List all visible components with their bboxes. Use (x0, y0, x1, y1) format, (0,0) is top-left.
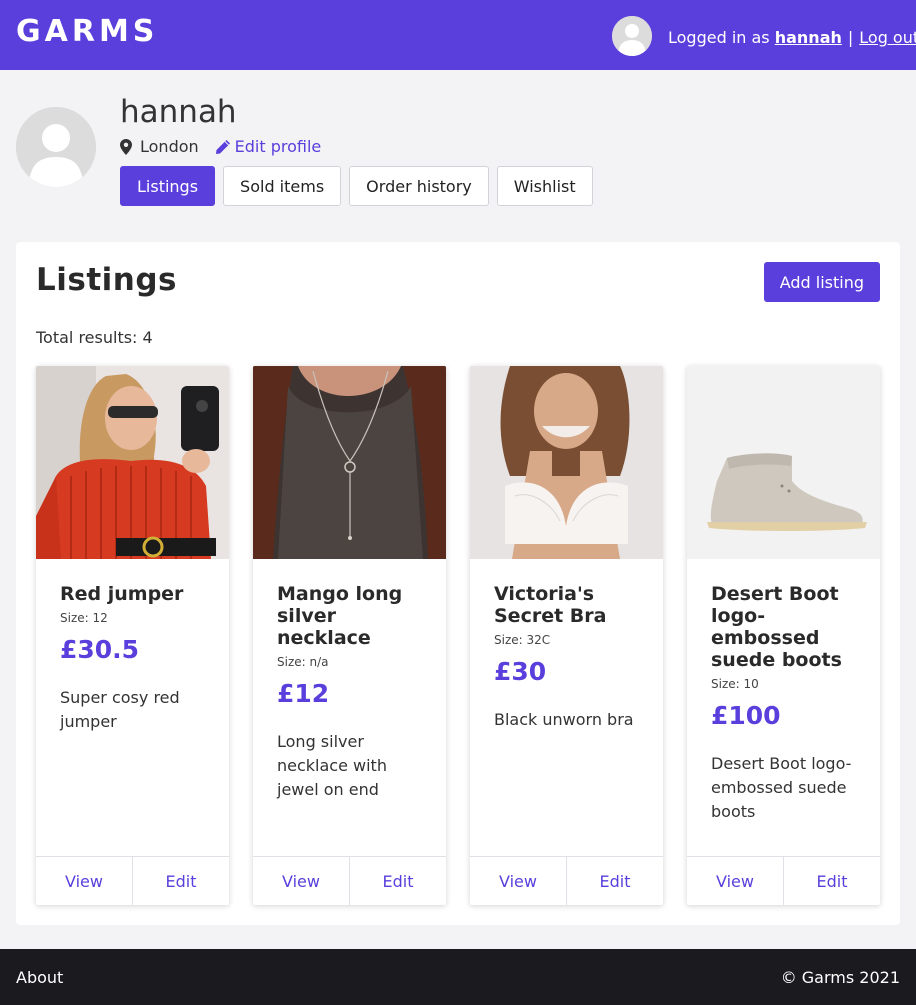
listing-description: Long silver necklace with jewel on end (277, 732, 387, 799)
edit-listing-button[interactable]: Edit (349, 857, 446, 905)
page-footer: About © Garms 2021 (0, 949, 916, 1005)
add-listing-button[interactable]: Add listing (763, 262, 880, 302)
listing-card: Desert Boot logo-embossed suede boots Si… (687, 366, 880, 905)
edit-profile-label: Edit profile (234, 137, 322, 156)
card-actions: View Edit (687, 856, 880, 905)
listing-description: Desert Boot logo-embossed suede boots (711, 754, 852, 821)
profile-meta: London Edit profile (120, 137, 321, 156)
pencil-icon (215, 139, 230, 154)
listings-panel: Listings Add listing Total results: 4 Re… (16, 242, 900, 925)
listing-card: Mango long silver necklace Size: n/a £12… (253, 366, 446, 905)
necklace-photo[interactable] (253, 366, 446, 559)
edit-listing-button[interactable]: Edit (132, 857, 229, 905)
boot-photo[interactable] (687, 366, 880, 559)
profile-location: London (140, 137, 199, 156)
listing-cards: Red jumper Size: 12 £30.5 Super cosy red… (36, 366, 880, 905)
view-listing-button[interactable]: View (687, 857, 783, 905)
tab-wishlist[interactable]: Wishlist (496, 166, 593, 206)
listing-title: Red jumper (60, 583, 184, 605)
bra-photo[interactable] (470, 366, 663, 559)
user-silhouette-icon (612, 16, 652, 56)
edit-listing-button[interactable]: Edit (783, 857, 880, 905)
user-avatar[interactable] (612, 16, 652, 56)
card-actions: View Edit (470, 856, 663, 905)
listing-card: Victoria's Secret Bra Size: 32C £30 Blac… (470, 366, 663, 905)
edit-listing-button[interactable]: Edit (566, 857, 663, 905)
copyright-text: © Garms 2021 (780, 968, 900, 987)
user-silhouette-icon (16, 107, 96, 187)
edit-profile-link[interactable]: Edit profile (215, 137, 322, 156)
listing-price: £12 (277, 679, 330, 708)
view-listing-button[interactable]: View (470, 857, 566, 905)
view-listing-button[interactable]: View (36, 857, 132, 905)
card-actions: View Edit (36, 856, 229, 905)
listing-description: Black unworn bra (494, 710, 634, 729)
listings-title: Listings (36, 262, 177, 298)
listing-price: £30 (494, 657, 547, 686)
top-navbar: GARMS Logged in as hannah | Log out (0, 0, 916, 70)
red-jumper-photo[interactable] (36, 366, 229, 559)
garms-logo[interactable]: GARMS (16, 14, 158, 49)
listing-title: Desert Boot logo-embossed suede boots (711, 583, 842, 671)
listing-size: Size: 12 (60, 611, 108, 625)
profile-avatar (16, 107, 96, 187)
listing-size: Size: 32C (494, 633, 551, 647)
separator: | (847, 28, 854, 47)
tab-order-history[interactable]: Order history (349, 166, 489, 206)
listing-price: £30.5 (60, 635, 140, 664)
total-results: Total results: 4 (36, 328, 153, 347)
listing-size: Size: n/a (277, 655, 329, 669)
logged-in-text: Logged in as (668, 28, 775, 47)
listing-title: Mango long silver necklace (277, 583, 403, 649)
logout-link[interactable]: Log out (859, 28, 916, 47)
listing-card: Red jumper Size: 12 £30.5 Super cosy red… (36, 366, 229, 905)
listing-size: Size: 10 (711, 677, 759, 691)
profile-name: hannah (120, 94, 237, 130)
login-info: Logged in as hannah | Log out (668, 28, 916, 47)
tab-sold-items[interactable]: Sold items (223, 166, 342, 206)
profile-tabs: Listings Sold items Order history Wishli… (120, 166, 593, 206)
username-link[interactable]: hannah (775, 28, 842, 47)
view-listing-button[interactable]: View (253, 857, 349, 905)
listing-description: Super cosy red jumper (60, 688, 180, 731)
card-actions: View Edit (253, 856, 446, 905)
tab-listings[interactable]: Listings (120, 166, 216, 206)
listing-title: Victoria's Secret Bra (494, 583, 607, 627)
about-link[interactable]: About (16, 968, 63, 987)
map-pin-icon (120, 138, 132, 155)
listing-price: £100 (711, 701, 781, 730)
